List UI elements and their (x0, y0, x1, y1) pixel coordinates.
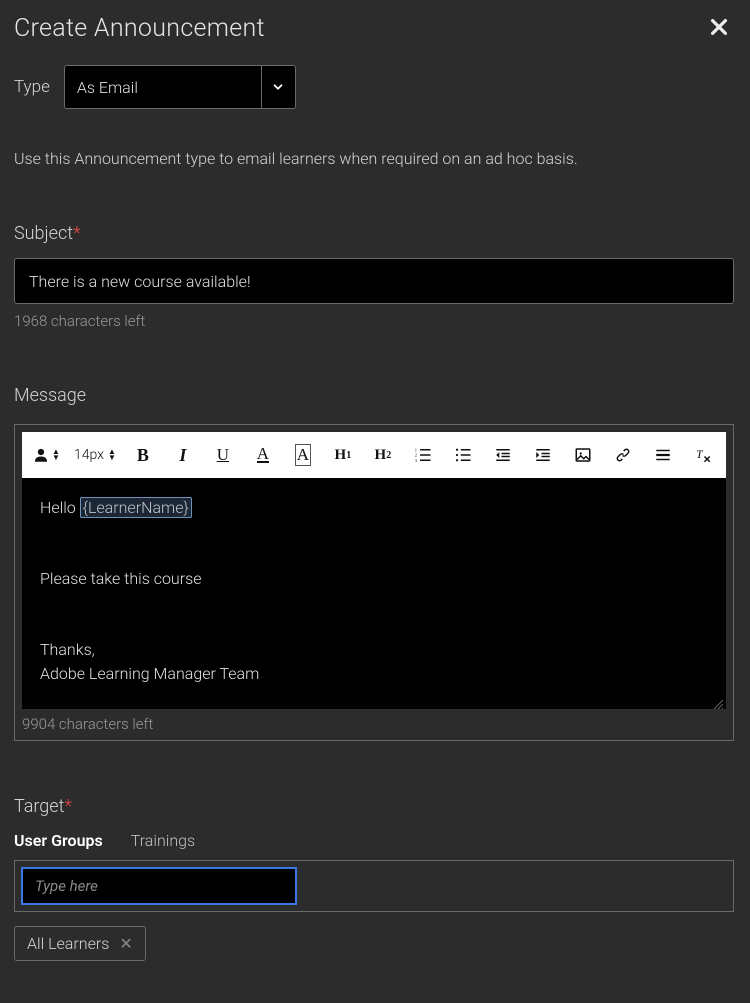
tab-user-groups[interactable]: User Groups (14, 831, 103, 850)
remove-chip-icon[interactable]: ✕ (119, 936, 132, 952)
highlight-button[interactable]: A (290, 442, 316, 468)
close-icon[interactable] (702, 15, 736, 43)
type-select-value: As Email (65, 66, 261, 108)
message-text: Hello (40, 498, 80, 517)
heading1-button[interactable]: H1 (330, 442, 356, 468)
type-label: Type (14, 77, 50, 97)
image-button[interactable] (570, 442, 596, 468)
font-size-picker[interactable]: 14px ▲▼ (74, 447, 116, 463)
subject-input[interactable] (14, 258, 734, 304)
clear-format-button[interactable]: T (690, 442, 716, 468)
svg-text:3: 3 (415, 458, 418, 463)
svg-text:T: T (696, 449, 703, 461)
user-group-chip[interactable]: All Learners ✕ (14, 926, 146, 961)
user-picker[interactable]: ▲▼ (32, 446, 60, 464)
message-helper: 9904 characters left (22, 715, 726, 733)
target-input-container[interactable] (14, 860, 734, 912)
italic-button[interactable]: I (170, 442, 196, 468)
underline-button[interactable]: U (210, 442, 236, 468)
message-label: Message (14, 385, 736, 406)
message-text: Adobe Learning Manager Team (40, 662, 708, 687)
rich-text-editor: ▲▼ 14px ▲▼ B I U A A H1 H2 123 (14, 424, 734, 741)
heading2-button[interactable]: H2 (370, 442, 396, 468)
chip-label: All Learners (27, 934, 109, 953)
message-text: Thanks, (40, 638, 708, 663)
bold-button[interactable]: B (130, 442, 156, 468)
subject-helper: 1968 characters left (14, 312, 736, 330)
hr-button[interactable] (650, 442, 676, 468)
chevron-down-icon[interactable] (261, 66, 295, 108)
unordered-list-button[interactable] (450, 442, 476, 468)
resize-handle-icon[interactable] (712, 695, 724, 707)
subject-label: Subject* (14, 223, 736, 244)
editor-toolbar: ▲▼ 14px ▲▼ B I U A A H1 H2 123 (22, 432, 726, 478)
learner-name-token[interactable]: {LearnerName} (80, 497, 192, 518)
page-title: Create Announcement (14, 14, 265, 43)
indent-button[interactable] (530, 442, 556, 468)
svg-text:2: 2 (415, 453, 417, 458)
type-description: Use this Announcement type to email lear… (14, 149, 736, 168)
svg-text:1: 1 (415, 447, 417, 452)
target-input[interactable] (33, 876, 285, 896)
message-text: Please take this course (40, 567, 708, 592)
font-color-button[interactable]: A (250, 442, 276, 468)
type-select[interactable]: As Email (64, 65, 296, 109)
ordered-list-button[interactable]: 123 (410, 442, 436, 468)
target-label: Target* (14, 796, 736, 817)
link-button[interactable] (610, 442, 636, 468)
tab-trainings[interactable]: Trainings (131, 831, 195, 850)
outdent-button[interactable] (490, 442, 516, 468)
message-textarea[interactable]: Hello {LearnerName} Please take this cou… (22, 478, 726, 709)
